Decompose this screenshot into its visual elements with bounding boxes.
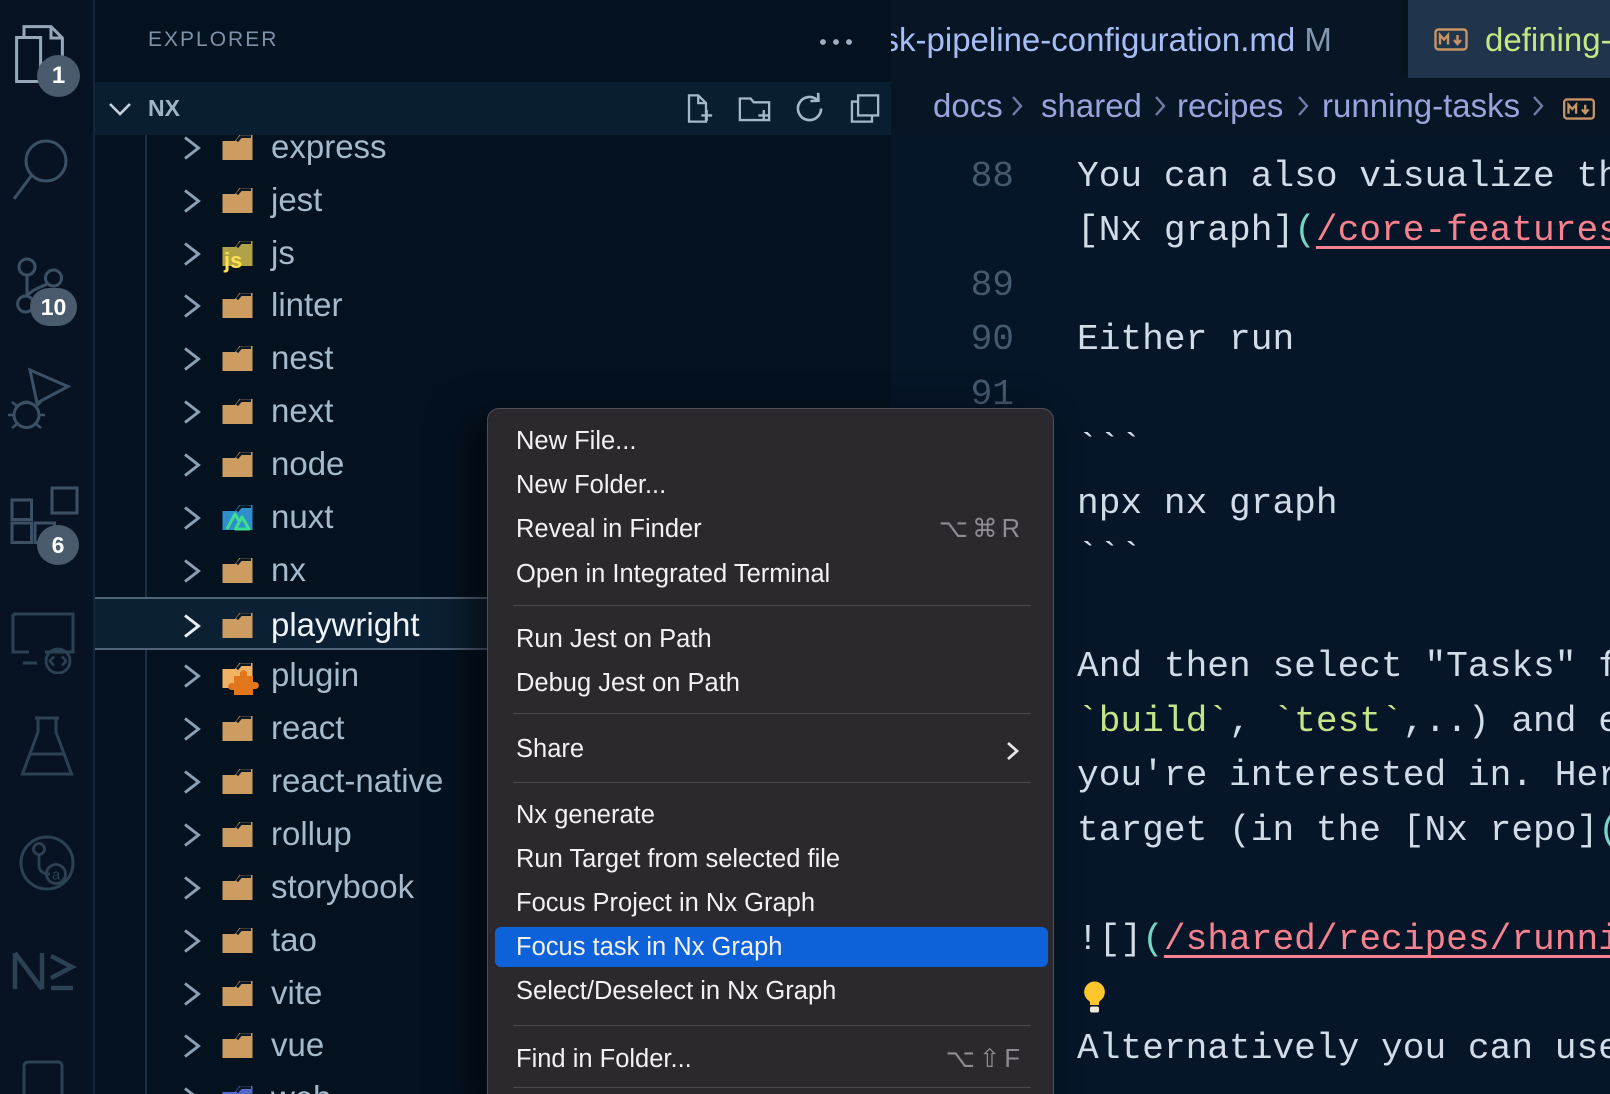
svg-text:a: a <box>52 867 61 884</box>
